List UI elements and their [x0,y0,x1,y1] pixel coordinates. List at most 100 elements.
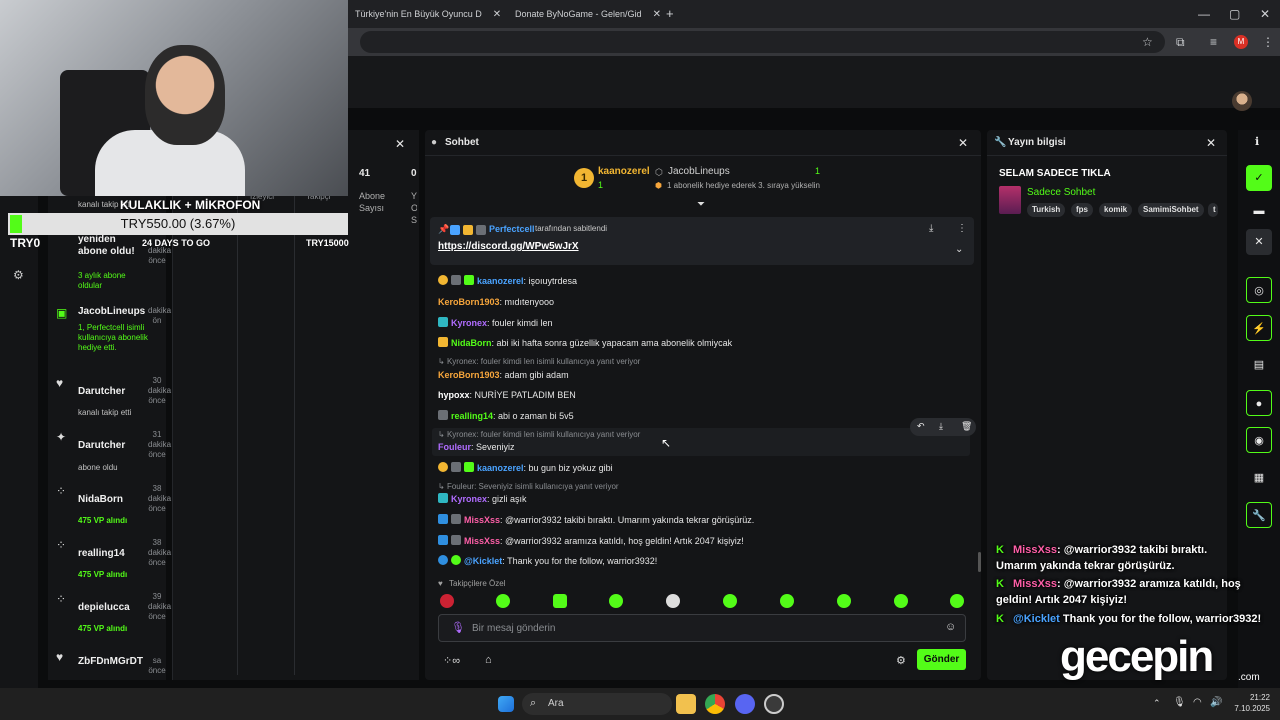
kick-icon: K [996,613,1004,625]
other-stat-label: Y O S [411,191,417,225]
minimize-icon[interactable]: — [1198,7,1210,21]
activity-time: 31 dakika önce [148,430,172,459]
emote-icon[interactable] [666,594,680,608]
emote-icon[interactable] [780,594,794,608]
volume-icon[interactable]: 🔊 [1210,697,1222,708]
chat-scrollbar[interactable] [978,552,981,572]
chat-username[interactable]: Kyronex [451,318,487,328]
obs-icon[interactable] [764,694,784,714]
chat-settings-gear-icon[interactable]: ⚙ [896,654,906,667]
extensions-icon[interactable]: ⧉ [1176,35,1185,50]
close-tab-icon[interactable]: ✕ [493,9,500,20]
browser-tab-label: Türkiye'nin En Büyük Oyuncu D [355,9,482,19]
chat-text: : abi iki hafta sonra güzellik yapacam a… [491,338,733,348]
check-icon[interactable]: ✓ [1246,165,1272,191]
chat-username[interactable]: @Kicklet [464,556,502,566]
address-bar[interactable] [360,31,1165,53]
emote-icon[interactable] [837,594,851,608]
chevron-down-icon[interactable]: ⌄ [955,244,963,255]
more-options-icon[interactable]: ⋮ [957,223,967,234]
tools-wrench-icon[interactable]: 🔧 [1246,502,1272,528]
new-tab-button[interactable]: + [666,6,674,21]
emote-icon[interactable] [496,594,510,608]
notes-icon[interactable]: ▤ [1246,352,1272,378]
chat-username[interactable]: kaanozerel [477,276,524,286]
emoji-icon[interactable]: ☺ [945,621,956,633]
media-control-icon[interactable]: ≡ [1210,35,1217,49]
close-chat-icon[interactable]: ✕ [958,136,968,150]
stream-tag[interactable]: SamimiSohbet [1138,203,1204,217]
collapse-leaderboard-icon[interactable]: ⏷ [697,199,705,210]
chat-username[interactable]: KeroBorn1903 [438,370,500,380]
tray-mic-icon[interactable]: 🎙 [1173,697,1186,708]
lightning-icon[interactable]: ⚡ [1246,315,1272,341]
info-icon[interactable]: ℹ [1255,135,1259,148]
chat-text: : @warrior3932 takibi bıraktı. Umarım ya… [500,515,755,525]
layout-icon[interactable]: ▬ [1246,198,1272,224]
store-icon[interactable]: ⌂ [485,654,492,666]
kick-icon: K [996,544,1004,556]
tray-chevron-icon[interactable]: ⌃ [1153,698,1161,709]
chat-username[interactable]: MissXss [464,515,500,525]
chat-username[interactable]: realling14 [451,411,493,421]
chrome-icon[interactable] [705,694,725,714]
chat-username[interactable]: Kyronex [451,494,487,504]
microphone-icon[interactable]: 🎙 [451,621,465,634]
send-button[interactable]: Gönder [917,649,966,670]
chat-username[interactable]: Fouleur [438,442,471,452]
pinned-link[interactable]: https://discord.gg/WPw5wJrX [438,241,579,252]
category-thumbnail[interactable] [999,186,1021,214]
activity-name: realling14 [78,548,125,559]
second-gifter-name[interactable]: JacobLineups [668,166,730,177]
emote-icon[interactable] [894,594,908,608]
emote-icon[interactable] [440,594,454,608]
user-avatar[interactable] [1232,91,1252,111]
broadcast-icon[interactable]: ◉ [1246,427,1272,453]
close-panel-icon[interactable]: ✕ [395,137,405,151]
wifi-icon[interactable]: ◠ [1193,697,1202,708]
chat-message: KeroBorn1903: mıdıtenyooo [438,296,554,308]
chat-username[interactable]: MissXss [464,536,500,546]
emote-icon[interactable] [950,594,964,608]
delete-icon[interactable]: 🗑 [961,421,972,432]
chat-username[interactable]: NidaBorn [451,338,492,348]
unpin-icon[interactable]: ⤓ [929,223,933,234]
stream-tag[interactable]: fps [1071,203,1093,217]
stream-tag[interactable]: Turkish [1027,203,1066,217]
close-info-icon[interactable]: ✕ [1206,136,1216,150]
discord-icon[interactable] [735,694,755,714]
browser-tab-1[interactable]: Türkiye'nin En Büyük Oyuncu D ✕ [350,5,500,23]
profile-avatar[interactable]: M [1234,35,1248,49]
stream-tag[interactable]: komik [1099,203,1133,217]
stream-manager-icon[interactable]: ▦ [1246,465,1272,491]
chat-username[interactable]: KeroBorn1903 [438,297,500,307]
browser-tab-2[interactable]: Donate ByNoGame - Gelen/Gid ✕ [510,5,660,23]
pinned-by-user[interactable]: Perfectcell [489,224,535,234]
reply-icon[interactable]: ↶ [917,421,925,432]
file-explorer-icon[interactable] [676,694,696,714]
activity-sub: abone oldu [78,463,118,472]
settings-gear-icon[interactable]: ⚙ [13,268,24,282]
bookmark-star-icon[interactable]: ☆ [1142,35,1153,49]
chat-icon[interactable]: ● [1246,390,1272,416]
close-tab-icon[interactable]: ✕ [653,9,660,20]
category-link[interactable]: Sadece Sohbet [1027,187,1095,198]
emote-icon[interactable] [609,594,623,608]
taskbar-clock[interactable]: 21:22 7.10.2025 [1230,692,1270,714]
stream-tag[interactable]: t [1208,203,1218,217]
close-window-icon[interactable]: ✕ [1260,7,1270,21]
windows-start-icon[interactable] [498,696,514,712]
browser-menu-icon[interactable]: ⋮ [1262,35,1274,49]
pin-message-icon[interactable]: ⤓ [939,421,943,432]
maximize-icon[interactable]: ▢ [1229,7,1240,21]
close-layout-icon[interactable]: ✕ [1246,229,1272,255]
taskbar-search[interactable]: Ara [522,693,672,715]
activity-name: yeniden abone oldu! [78,234,135,257]
emote-icon[interactable] [723,594,737,608]
camera-icon[interactable]: ◎ [1246,277,1272,303]
emote-icon[interactable] [553,594,567,608]
top-gifter-name[interactable]: kaanozerel [598,166,650,177]
chat-username[interactable]: kaanozerel [477,463,524,473]
vp-points-icon[interactable]: ⁘∞ [443,654,460,667]
chat-username[interactable]: hypoxx [438,390,470,400]
